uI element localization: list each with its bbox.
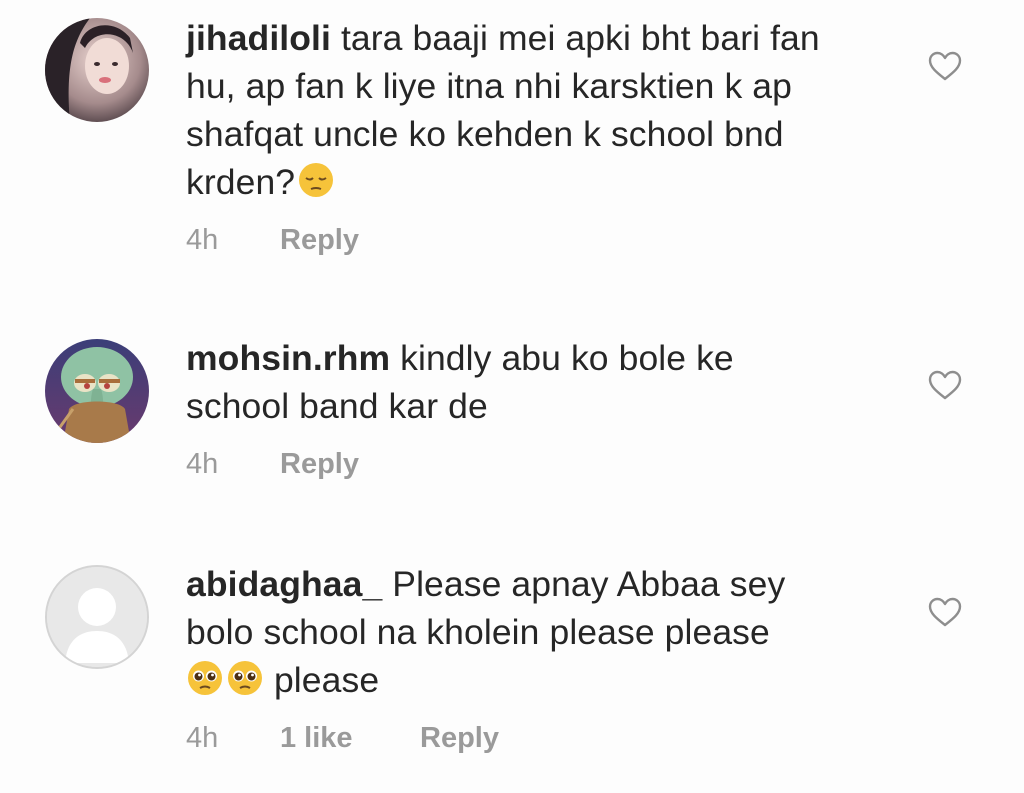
username[interactable]: jihadiloli	[186, 18, 331, 58]
heart-icon[interactable]	[928, 370, 962, 400]
username[interactable]: mohsin.rhm	[186, 338, 390, 378]
avatar[interactable]	[45, 339, 149, 443]
comments-list: jihadiloli tara baaji mei apki bht bari …	[0, 0, 1024, 793]
squidward-cartoon-avatar-icon	[45, 339, 149, 443]
user-photo-avatar-icon	[45, 18, 149, 122]
comment-timestamp: 4h	[186, 448, 219, 480]
comment-timestamp: 4h	[186, 224, 219, 256]
default-profile-avatar-icon	[47, 567, 147, 667]
comment-timestamp: 4h	[186, 722, 219, 754]
comment-text-line: please	[273, 660, 380, 700]
comment-text-line: tara baaji mei apki bht bari fan	[340, 18, 820, 58]
comment-text-line: bolo school na kholein please please	[186, 612, 770, 652]
comment-text-line: shafqat uncle ko kehden k school bnd	[186, 114, 784, 154]
comment-text-line: kindly abu ko bole ke	[400, 338, 734, 378]
reply-button[interactable]: Reply	[280, 447, 359, 481]
comment-text-line: hu, ap fan k liye itna nhi karsktien k a…	[186, 66, 792, 106]
username[interactable]: abidaghaa_	[186, 564, 382, 604]
pleading-face-emoji-icon	[226, 659, 264, 697]
comment-text-line: krden?	[186, 162, 296, 202]
avatar[interactable]	[45, 565, 149, 669]
likes-count-link[interactable]: 1 like	[280, 721, 420, 755]
heart-icon[interactable]	[928, 597, 962, 627]
pleading-face-emoji-icon	[186, 659, 224, 697]
reply-button[interactable]: Reply	[280, 223, 359, 257]
reply-button[interactable]: Reply	[420, 721, 499, 755]
avatar[interactable]	[45, 18, 149, 122]
comment-text-line: Please apnay Abbaa sey	[392, 564, 786, 604]
comment-text-line: school band kar de	[186, 386, 488, 426]
heart-icon[interactable]	[928, 51, 962, 81]
pensive-face-emoji-icon	[297, 161, 335, 199]
